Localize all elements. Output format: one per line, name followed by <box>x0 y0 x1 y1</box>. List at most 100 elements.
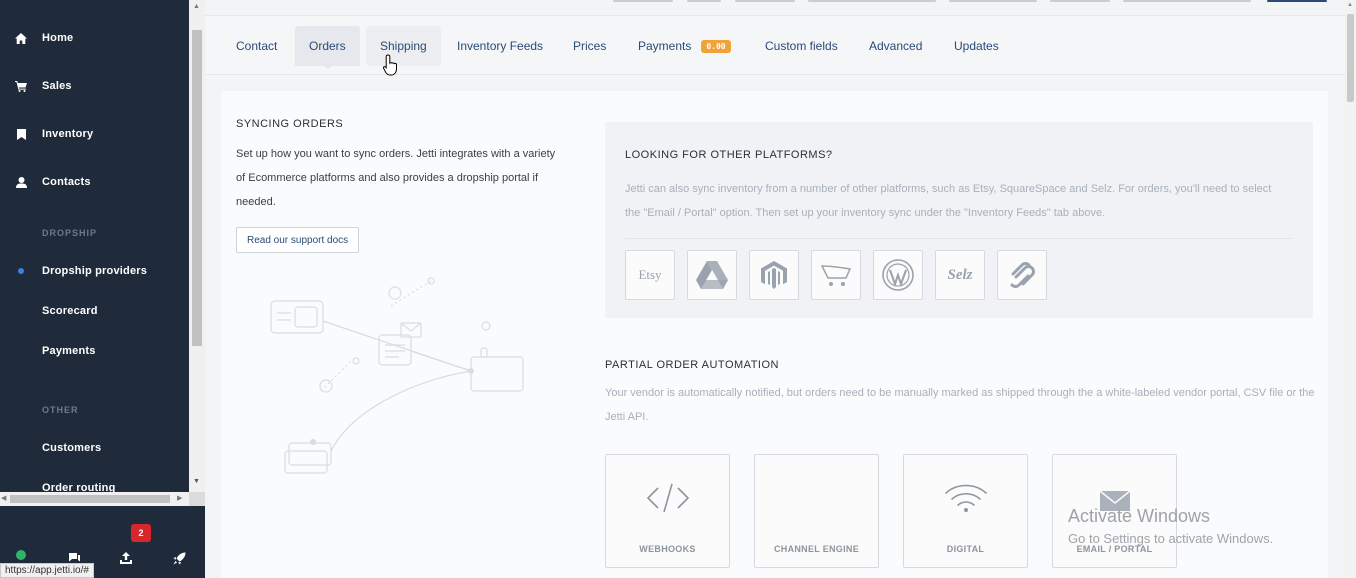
selz-logo-text: Selz <box>947 266 973 283</box>
upload-icon[interactable] <box>118 550 134 566</box>
tab-custom-fields[interactable]: Custom fields <box>751 26 852 66</box>
header-control[interactable] <box>949 0 1037 2</box>
sidebar-item-label: Scorecard <box>42 305 98 317</box>
partial-automation-heading: PARTIAL ORDER AUTOMATION <box>605 359 779 371</box>
sidebar-item-dropship-providers[interactable]: Dropship providers <box>0 256 189 286</box>
payments-balance-badge: 0.00 <box>701 39 731 53</box>
opencart-logo[interactable] <box>811 250 861 300</box>
scroll-right-arrow-icon[interactable]: ▶ <box>177 494 182 502</box>
cart-icon <box>0 80 42 92</box>
status-online-icon[interactable] <box>16 550 26 560</box>
rocket-icon[interactable] <box>171 550 187 566</box>
tab-prices[interactable]: Prices <box>559 26 620 66</box>
sync-illustration <box>270 277 524 474</box>
sidebar-item-label: Dropship providers <box>42 265 148 277</box>
tab-inventory-feeds[interactable]: Inventory Feeds <box>443 26 557 66</box>
tab-label: Contact <box>236 39 278 53</box>
digital-option[interactable]: DIGITAL <box>903 454 1028 568</box>
tab-advanced[interactable]: Advanced <box>855 26 936 66</box>
tab-label: Inventory Feeds <box>457 39 544 53</box>
scrollbar-corner <box>189 492 205 506</box>
squarespace-logo[interactable] <box>997 250 1047 300</box>
etsy-logo-text: Etsy <box>638 267 662 282</box>
channel-engine-option[interactable]: CHANNEL ENGINE <box>754 454 879 568</box>
hand-pointer-cursor-icon <box>382 54 399 81</box>
scrollbar-thumb[interactable] <box>1347 14 1354 102</box>
watermark-title: Activate Windows <box>1068 506 1211 526</box>
sidebar-section-other: OTHER <box>42 405 79 415</box>
sidebar-section-dropship: DROPSHIP <box>42 228 98 238</box>
tab-shipping[interactable]: Shipping <box>366 26 441 66</box>
bookmark-icon <box>0 128 42 140</box>
header-primary-button[interactable] <box>1267 0 1327 2</box>
header-control[interactable] <box>1123 0 1251 2</box>
sidebar-item-label: Home <box>42 32 74 44</box>
wifi-icon <box>904 481 1027 515</box>
watermark-subtitle: Go to Settings to activate Windows. <box>1068 531 1274 546</box>
scroll-up-arrow-icon[interactable]: ▲ <box>193 3 200 10</box>
sidebar-item-contacts[interactable]: Contacts <box>0 167 189 197</box>
windows-activation-watermark: Activate Windows Go to Settings to activ… <box>1068 506 1273 546</box>
option-label: WEBHOOKS <box>639 544 696 554</box>
syncing-orders-description: Set up how you want to sync orders. Jett… <box>236 148 556 208</box>
tab-label: Shipping <box>380 39 427 53</box>
user-icon <box>0 176 42 188</box>
tab-label: Custom fields <box>765 39 838 53</box>
support-docs-button[interactable]: Read our support docs <box>236 227 360 253</box>
partial-automation-description: Your vendor is automatically notified, b… <box>605 387 1315 423</box>
scroll-up-arrow-icon[interactable]: ▲ <box>1347 2 1353 8</box>
orders-panel: SYNCING ORDERS Set up how you want to sy… <box>221 91 1328 578</box>
status-bar-url: https://app.jetti.io/# <box>0 563 94 578</box>
tab-label: Orders <box>309 39 346 53</box>
header-strip <box>205 0 1345 15</box>
app-root: Home Sales Inventory Contacts DROPSHIP D… <box>0 0 1356 578</box>
tab-payments[interactable]: Payments 0.00 <box>624 26 745 66</box>
divider <box>625 238 1293 239</box>
sidebar-item-scorecard[interactable]: Scorecard <box>0 296 189 326</box>
option-label: DIGITAL <box>946 544 985 554</box>
tab-contact[interactable]: Contact <box>222 26 291 66</box>
header-control[interactable] <box>613 0 673 2</box>
sidebar-vertical-scrollbar[interactable]: ▲ ▼ <box>189 0 205 492</box>
sidebar-item-customers[interactable]: Customers <box>0 433 189 463</box>
page-vertical-scrollbar[interactable]: ▲ <box>1345 0 1356 578</box>
etsy-logo[interactable]: Etsy <box>625 250 675 300</box>
code-icon <box>606 481 729 515</box>
tab-updates[interactable]: Updates <box>940 26 1013 66</box>
sidebar-item-payments[interactable]: Payments <box>0 336 189 366</box>
magento-logo[interactable] <box>749 250 799 300</box>
sidebar-nav: Home Sales Inventory Contacts DROPSHIP D… <box>0 0 189 492</box>
other-platforms-panel: LOOKING FOR OTHER PLATFORMS? Jetti can a… <box>605 122 1313 318</box>
header-control[interactable] <box>735 0 795 2</box>
sidebar-item-label: Order routing <box>42 482 116 492</box>
header-control[interactable] <box>808 0 936 2</box>
scroll-left-arrow-icon[interactable]: ◀ <box>1 494 6 502</box>
tab-bar: Contact Orders Shipping Inventory Feeds … <box>205 15 1345 75</box>
notification-badge[interactable]: 2 <box>131 524 151 542</box>
sidebar-item-label: Contacts <box>42 176 91 188</box>
scrollbar-thumb[interactable] <box>10 495 170 503</box>
tab-label: Updates <box>954 39 999 53</box>
other-platforms-heading: LOOKING FOR OTHER PLATFORMS? <box>625 149 833 161</box>
sidebar-item-order-routing[interactable]: Order routing <box>0 473 189 492</box>
sidebar-item-sales[interactable]: Sales <box>0 71 189 101</box>
scroll-down-arrow-icon[interactable]: ▼ <box>193 478 200 485</box>
tab-label: Payments <box>638 39 692 53</box>
sidebar-item-label: Sales <box>42 80 72 92</box>
header-control[interactable] <box>1050 0 1110 2</box>
webhooks-option[interactable]: WEBHOOKS <box>605 454 730 568</box>
wordpress-logo[interactable] <box>873 250 923 300</box>
sidebar-item-label: Inventory <box>42 128 94 140</box>
sidebar-horizontal-scrollbar[interactable]: ◀ ▶ <box>0 492 189 506</box>
tab-label: Prices <box>573 39 607 53</box>
google-drive-logo[interactable] <box>687 250 737 300</box>
active-tab-caret <box>321 63 335 69</box>
tab-orders[interactable]: Orders <box>295 26 360 66</box>
selz-logo[interactable]: Selz <box>935 250 985 300</box>
sidebar-item-inventory[interactable]: Inventory <box>0 119 189 149</box>
sidebar: Home Sales Inventory Contacts DROPSHIP D… <box>0 0 205 578</box>
header-control[interactable] <box>687 0 721 2</box>
sidebar-item-label: Customers <box>42 442 102 454</box>
sidebar-item-home[interactable]: Home <box>0 23 189 53</box>
scrollbar-thumb[interactable] <box>192 30 202 346</box>
